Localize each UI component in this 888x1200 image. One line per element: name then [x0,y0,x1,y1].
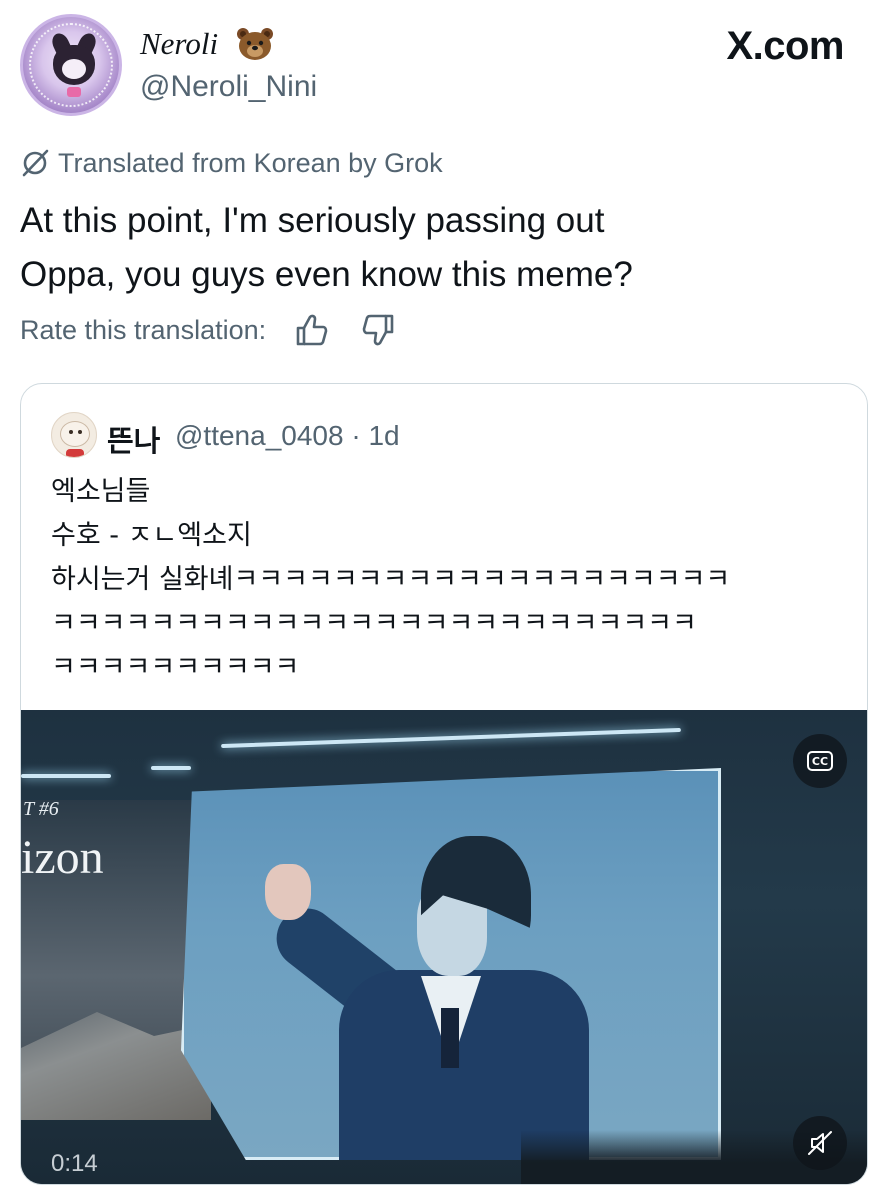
grok-icon [22,149,49,177]
quoted-time: · 1d [351,420,400,451]
translation-label: Translated from Korean by Grok [58,147,443,178]
performer-tie [441,1008,459,1068]
panel-text-big: izon [21,831,104,884]
tweet-header: Neroli @Neroli_Nini X.com [0,0,888,130]
rate-label: Rate this translation: [20,314,267,345]
stage-light [21,774,111,778]
video-player[interactable]: T #6 izon 0:14 CC [21,710,867,1184]
quoted-line: 하시는거 실화녜ㅋㅋㅋㅋㅋㅋㅋㅋㅋㅋㅋㅋㅋㅋㅋㅋㅋㅋㅋㅋ [51,564,731,595]
performer-hand [265,864,311,920]
speaker-muted-icon [808,1131,832,1155]
mute-button[interactable] [793,1116,847,1170]
thumbs-down-icon[interactable] [360,311,398,349]
bear-face-icon [237,28,273,60]
quoted-line: ㅋㅋㅋㅋㅋㅋㅋㅋㅋㅋㅋㅋㅋㅋㅋㅋㅋㅋㅋㅋㅋㅋㅋㅋㅋㅋ [51,608,697,639]
captions-button[interactable]: CC [793,734,847,788]
video-timestamp: 0:14 [51,1150,98,1177]
site-logo: X.com [726,24,844,68]
quoted-handle[interactable]: @ttena_0408 [175,420,344,451]
user-handle[interactable]: @Neroli_Nini [140,70,317,104]
display-name[interactable]: Neroli [140,26,218,62]
captions-icon: CC [807,751,833,771]
user-avatar[interactable] [20,14,122,116]
tweet-line: Oppa, you guys even know this meme? [20,255,633,294]
rate-translation: Rate this translation: [20,310,418,350]
tweet-body: At this point, I'm seriously passing out… [20,194,870,302]
quoted-body: 엑소님들 수호 - ㅈㄴ엑소지 하시는거 실화녜ㅋㅋㅋㅋㅋㅋㅋㅋㅋㅋㅋㅋㅋㅋㅋㅋ… [51,470,851,690]
tweet-line: At this point, I'm seriously passing out [20,201,605,240]
thumbs-up-icon[interactable] [292,311,330,349]
stage-light [151,766,191,770]
quoted-display-name[interactable]: 뜬나 [107,418,160,460]
quoted-line: 엑소님들 [51,476,151,507]
quoted-handle-time: @ttena_0408 · 1d [175,420,400,452]
quoted-avatar[interactable] [51,412,97,458]
quoted-line: 수호 - ㅈㄴ엑소지 [51,520,252,551]
quoted-tweet[interactable]: 뜬나 @ttena_0408 · 1d 엑소님들 수호 - ㅈㄴ엑소지 하시는거… [20,383,868,1185]
translation-notice: Translated from Korean by Grok [20,146,443,180]
panel-text-top: T #6 [23,798,59,820]
quoted-line: ㅋㅋㅋㅋㅋㅋㅋㅋㅋㅋ [51,652,300,683]
